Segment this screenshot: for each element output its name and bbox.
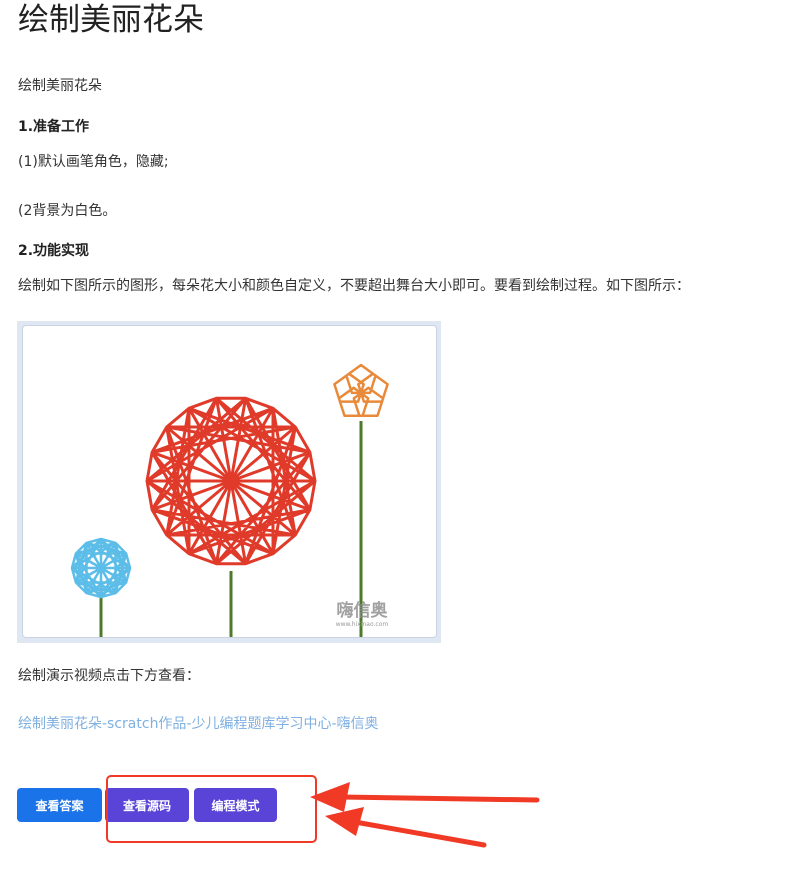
stage-canvas: 嗨信奥 www.hixinao.com [22,325,437,638]
large-red-flower-lines [145,396,317,566]
view-source-button[interactable]: 查看源码 [105,788,189,822]
section1-line2: (2背景为白色。 [18,203,117,219]
section1-line1: (1)默认画笔角色，隐藏; [18,154,169,170]
orange-flower [333,363,389,417]
video-link[interactable]: 绘制美丽花朵-scratch作品-少儿编程题库学习中心-嗨信奥 [18,714,379,734]
small-blue-flower [70,537,132,599]
orange-flower-lines [333,363,389,417]
arrow-icon [310,782,540,812]
arrow-icon [325,807,487,848]
intro-text: 绘制美丽花朵 [18,78,102,94]
programming-mode-button[interactable]: 编程模式 [194,788,277,822]
section2-heading: 2.功能实现 [18,243,90,259]
view-answer-button[interactable]: 查看答案 [17,788,102,822]
flower-figure: 嗨信奥 www.hixinao.com [17,321,441,643]
page-title: 绘制美丽花朵 [18,2,204,38]
watermark-logo: 嗨信奥 [337,600,389,621]
section1-heading: 1.准备工作 [18,119,90,135]
video-prompt: 绘制演示视频点击下方查看： [18,668,200,684]
section2-text: 绘制如下图所示的图形，每朵花大小和颜色自定义，不要超出舞台大小即可。要看到绘制过… [18,278,690,294]
large-red-flower [145,396,317,566]
watermark-url: www.hixinao.com [336,621,389,628]
small-blue-flower-lines [70,537,132,599]
flower-drawing: 嗨信奥www.hixinao.com [70,363,389,637]
